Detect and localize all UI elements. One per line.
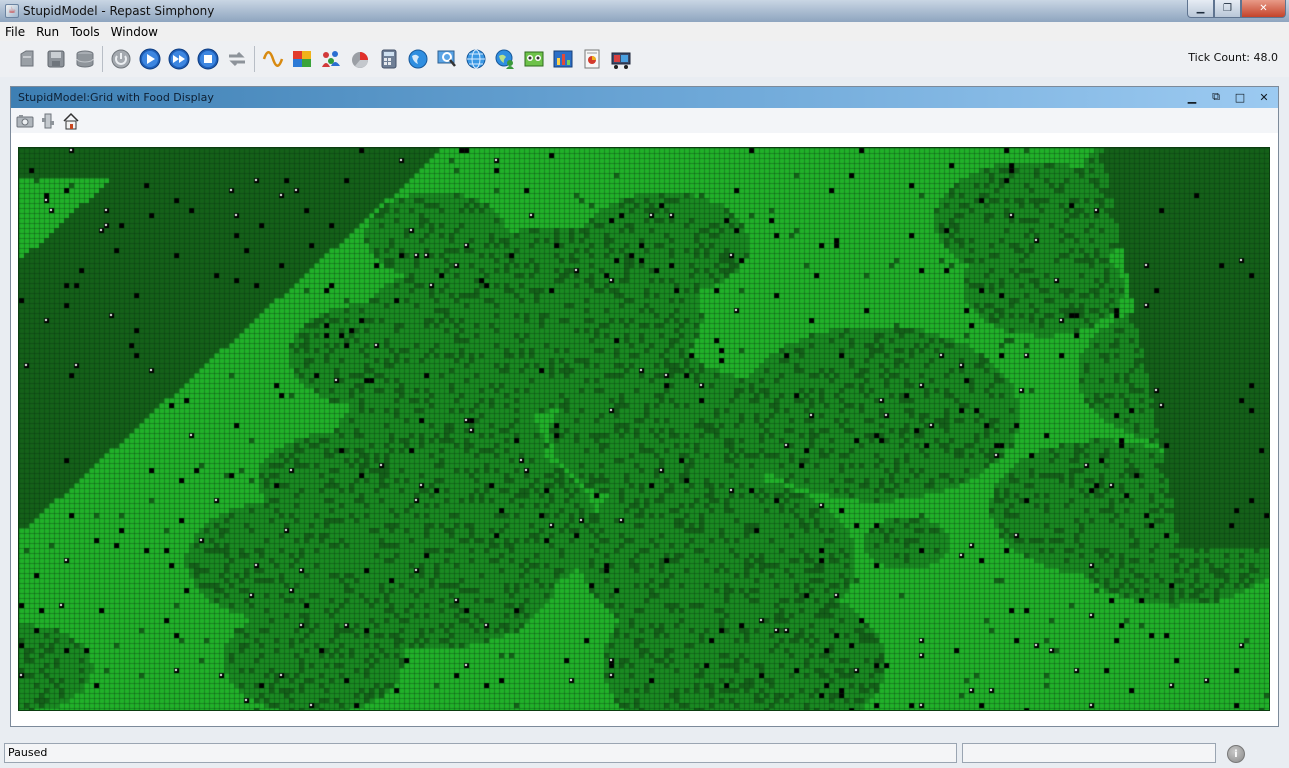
display-maximize-button[interactable]: □ <box>1232 90 1248 104</box>
maximize-button[interactable]: ❐ <box>1214 0 1241 18</box>
pie-chart-icon <box>351 52 368 68</box>
color-blocks-button[interactable] <box>289 47 314 72</box>
display-title: StupidModel:Grid with Food Display <box>18 91 214 104</box>
display-close-button[interactable]: ✕ <box>1256 90 1272 104</box>
display-minimize-button[interactable]: ▁ <box>1184 90 1200 104</box>
network-globe-icon <box>466 49 485 69</box>
food-grid-canvas[interactable] <box>19 148 1269 710</box>
wave-icon <box>262 51 283 67</box>
display-titlebar: StupidModel:Grid with Food Display ▁ ⧉ □… <box>11 87 1278 108</box>
home-icon <box>63 112 79 129</box>
menu-file[interactable]: File <box>0 25 31 39</box>
window-controls: ▁ ❐ ✕ <box>1187 0 1286 18</box>
home-view-button[interactable] <box>62 112 80 130</box>
start-run-button[interactable] <box>137 47 162 72</box>
initialize-button[interactable] <box>108 47 133 72</box>
settings-icon <box>42 113 54 128</box>
chart-export-icon <box>553 50 572 68</box>
close-icon: ✕ <box>1259 3 1268 14</box>
toolbar-separator <box>102 46 103 72</box>
status-bar: Paused i <box>0 741 1289 768</box>
wave-button[interactable] <box>260 47 285 72</box>
database-icon <box>76 50 93 68</box>
database-button[interactable] <box>72 47 97 72</box>
close-button[interactable]: ✕ <box>1241 0 1286 18</box>
menu-run[interactable]: Run <box>31 25 65 39</box>
image-export-icon <box>524 51 543 67</box>
movie-button[interactable] <box>608 47 633 72</box>
reset-button[interactable] <box>224 47 249 72</box>
search-monitor-icon <box>437 50 456 67</box>
food-grid-display[interactable] <box>18 147 1270 711</box>
close-icon: ✕ <box>1259 90 1269 104</box>
display-settings-button[interactable] <box>39 112 57 130</box>
image-export-button[interactable] <box>521 47 546 72</box>
snapshot-icon <box>16 114 34 127</box>
menu-tools[interactable]: Tools <box>65 25 106 39</box>
window-titlebar: ☕ StupidModel - Repast Simphony ▁ ❐ ✕ <box>0 0 1289 22</box>
report-icon <box>584 49 599 69</box>
status-message: Paused <box>4 743 957 763</box>
toolbar-separator <box>254 46 255 72</box>
globe-user-icon <box>495 49 514 69</box>
minimize-icon: ▁ <box>1196 3 1205 14</box>
save-model-button[interactable] <box>43 47 68 72</box>
stop-button[interactable] <box>195 47 220 72</box>
search-monitor-button[interactable] <box>434 47 459 72</box>
display-toolbar <box>11 108 1278 133</box>
chart-export-button[interactable] <box>550 47 575 72</box>
maximize-icon: ❐ <box>1223 3 1232 14</box>
calculator-button[interactable] <box>376 47 401 72</box>
minimize-button[interactable]: ▁ <box>1187 0 1214 18</box>
float-window-icon: ⧉ <box>1212 90 1220 103</box>
globe-user-button[interactable] <box>492 47 517 72</box>
minimize-icon: ▁ <box>1187 90 1197 104</box>
load-model-icon <box>20 50 33 67</box>
tick-count: Tick Count: 48.0 <box>1188 51 1278 64</box>
step-button[interactable] <box>166 47 191 72</box>
window-title: StupidModel - Repast Simphony <box>23 4 215 18</box>
display-frame: StupidModel:Grid with Food Display ▁ ⧉ □… <box>10 86 1279 727</box>
reset-icon <box>228 51 245 67</box>
maximize-icon: □ <box>1234 90 1246 104</box>
network-globe-button[interactable] <box>463 47 488 72</box>
start-run-icon <box>139 48 160 70</box>
display-controls: ▁ ⧉ □ ✕ <box>1184 90 1272 104</box>
stop-icon <box>197 48 218 70</box>
display-float-button[interactable]: ⧉ <box>1208 90 1224 104</box>
pie-chart-button[interactable] <box>347 47 372 72</box>
globe-button[interactable] <box>405 47 430 72</box>
load-model-button[interactable] <box>14 47 39 72</box>
save-model-icon <box>47 50 64 68</box>
agents-button[interactable] <box>318 47 343 72</box>
menu-window[interactable]: Window <box>106 25 164 39</box>
initialize-icon <box>111 49 130 69</box>
movie-icon <box>611 52 630 69</box>
java-cup-icon: ☕ <box>5 4 19 18</box>
snapshot-button[interactable] <box>16 112 34 130</box>
globe-icon <box>408 49 427 69</box>
agents-icon <box>321 51 340 67</box>
calculator-icon <box>381 49 396 69</box>
color-blocks-icon <box>292 51 311 67</box>
info-icon[interactable]: i <box>1227 745 1245 763</box>
main-toolbar: Tick Count: 48.0 <box>0 41 1289 77</box>
step-icon <box>168 48 189 70</box>
menu-bar: File Run Tools Window <box>0 22 1289 41</box>
report-button[interactable] <box>579 47 604 72</box>
status-secondary <box>962 743 1216 763</box>
